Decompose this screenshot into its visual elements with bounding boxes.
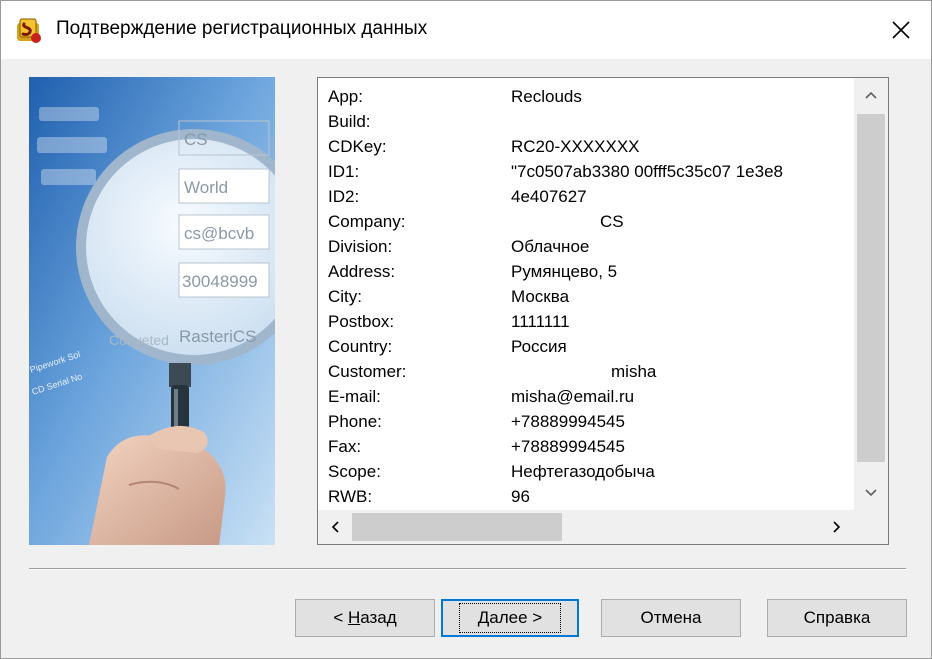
app-logo-icon — [17, 18, 41, 43]
scroll-down-button[interactable] — [854, 476, 888, 510]
illus-field-5: RasteriCS — [179, 327, 256, 346]
close-button[interactable] — [871, 1, 931, 59]
close-icon — [892, 21, 910, 39]
window-title: Подтверждение регистрационных данных — [56, 18, 428, 39]
title-bar: Подтверждение регистрационных данных — [1, 1, 931, 59]
vertical-scrollbar[interactable] — [854, 78, 888, 510]
next-button[interactable]: Далее > — [441, 599, 579, 637]
illus-field-2: World — [184, 178, 228, 197]
chevron-left-icon — [331, 521, 339, 533]
separator-line — [29, 568, 906, 570]
help-button[interactable]: Справка — [767, 599, 907, 637]
wizard-illustration: CS World cs@bcvb 30048999 RasteriCS Conv… — [29, 77, 275, 545]
details-content: App: Reclouds Build: CDKey: RC20-XXXXXXX I… — [328, 87, 783, 506]
chevron-right-icon — [833, 521, 841, 533]
illus-field-1: CS — [184, 130, 208, 149]
scroll-left-button[interactable] — [318, 510, 352, 544]
scrollbar-corner — [854, 510, 888, 544]
back-button[interactable]: < Назад — [295, 599, 435, 637]
chevron-down-icon — [865, 489, 877, 497]
cancel-button[interactable]: Отмена — [601, 599, 741, 637]
vertical-scroll-thumb[interactable] — [857, 114, 885, 462]
horizontal-scroll-thumb[interactable] — [352, 513, 562, 541]
registration-confirm-dialog: Подтверждение регистрационных данных CS … — [0, 0, 932, 659]
scroll-up-button[interactable] — [854, 78, 888, 112]
illus-field-6: Conveted — [109, 332, 169, 348]
registration-details-list[interactable]: App: Reclouds Build: CDKey: RC20-XXXXXXX I… — [317, 77, 889, 545]
chevron-up-icon — [865, 91, 877, 99]
illus-field-3: cs@bcvb — [184, 224, 254, 243]
horizontal-scrollbar[interactable] — [318, 510, 854, 544]
illus-field-4: 30048999 — [182, 272, 258, 291]
scroll-right-button[interactable] — [820, 510, 854, 544]
